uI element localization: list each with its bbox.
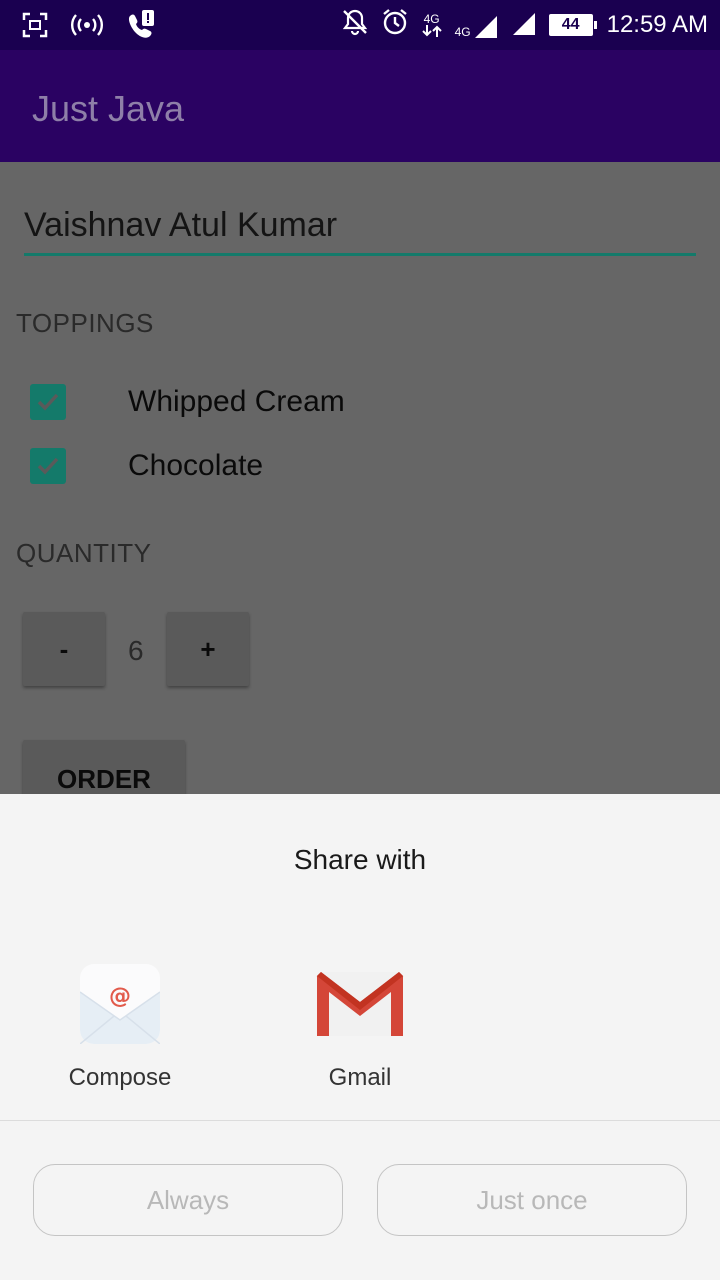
battery-icon: 44 bbox=[548, 13, 597, 36]
signal-icon: 4G bbox=[455, 12, 499, 38]
share-option-gmail[interactable]: Gmail bbox=[280, 964, 440, 1092]
quantity-header: QUANTITY bbox=[16, 538, 152, 568]
call-alert-icon bbox=[126, 10, 156, 45]
status-bar: 4G 4G 44 12:59 AM bbox=[0, 0, 720, 50]
whipped-cream-label: Whipped Cream bbox=[128, 385, 345, 418]
order-form: Vaishnav Atul Kumar TOPPINGS Whipped Cre… bbox=[0, 162, 720, 814]
quantity-value: 6 bbox=[128, 635, 144, 666]
app-bar: Just Java bbox=[0, 50, 720, 162]
increment-button[interactable]: + bbox=[167, 612, 249, 686]
hotspot-icon bbox=[70, 12, 104, 43]
gmail-icon bbox=[316, 964, 404, 1044]
app-title: Just Java bbox=[32, 88, 185, 129]
network-type-label: 4G bbox=[454, 24, 471, 39]
whipped-cream-checkbox-row[interactable]: Whipped Cream bbox=[30, 384, 345, 420]
signal-icon bbox=[511, 9, 537, 40]
name-input[interactable]: Vaishnav Atul Kumar bbox=[24, 202, 696, 256]
battery-level: 44 bbox=[561, 15, 580, 33]
share-sheet-title: Share with bbox=[293, 844, 427, 875]
toppings-header: TOPPINGS bbox=[16, 308, 154, 338]
sheet-divider bbox=[0, 1120, 720, 1121]
chocolate-label: Chocolate bbox=[128, 449, 264, 482]
always-button[interactable]: Always bbox=[33, 1164, 343, 1236]
status-time: 12:59 AM bbox=[606, 10, 708, 38]
gmail-label: Gmail bbox=[328, 1064, 392, 1091]
network-type-label: 4G bbox=[423, 11, 440, 26]
svg-text:@: @ bbox=[109, 984, 131, 1009]
decrement-button[interactable]: - bbox=[23, 612, 105, 686]
compose-email-icon: @ bbox=[79, 964, 161, 1045]
notifications-off-icon bbox=[341, 8, 369, 41]
data-arrows-icon: 4G bbox=[421, 13, 443, 37]
chocolate-checkbox[interactable] bbox=[30, 448, 66, 484]
screenshot-icon bbox=[22, 12, 48, 43]
compose-label: Compose bbox=[68, 1064, 172, 1091]
whipped-cream-checkbox[interactable] bbox=[30, 384, 66, 420]
alarm-icon bbox=[381, 8, 409, 41]
share-option-compose[interactable]: @ Compose bbox=[40, 964, 200, 1092]
chocolate-checkbox-row[interactable]: Chocolate bbox=[30, 448, 263, 484]
share-sheet: Share with @ Compose Gmail Always Just o… bbox=[0, 794, 720, 1280]
just-once-button[interactable]: Just once bbox=[377, 1164, 687, 1236]
